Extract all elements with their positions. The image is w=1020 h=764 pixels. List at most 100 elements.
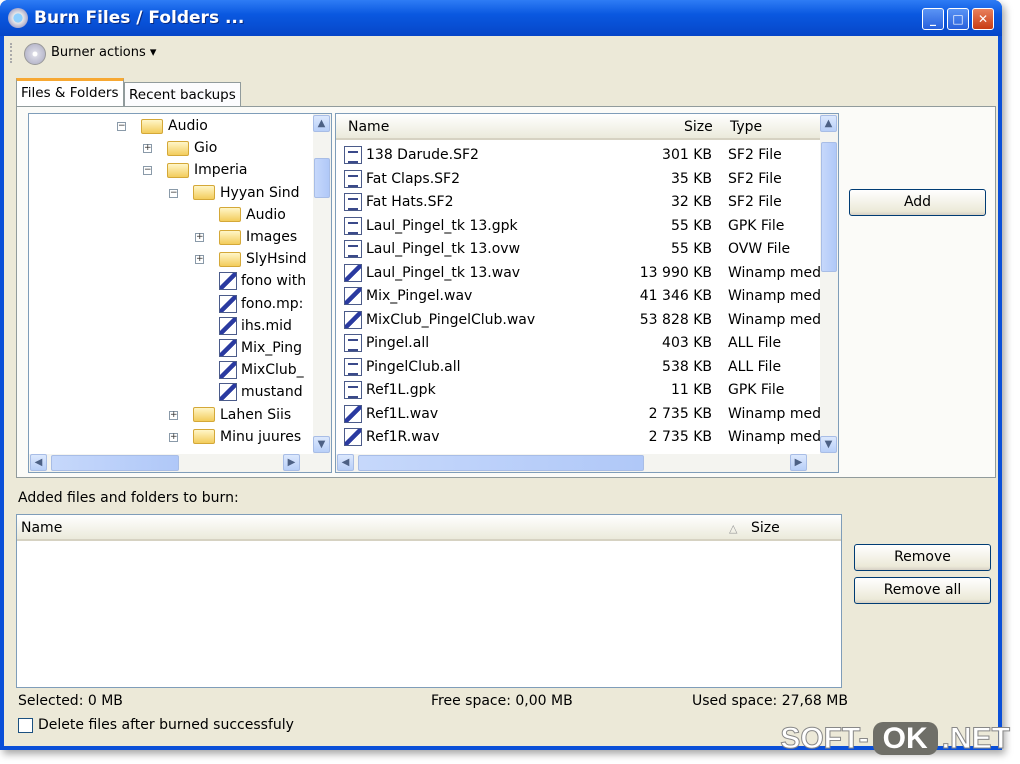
file-name: Pingel.all — [366, 335, 430, 351]
tree-node[interactable]: + SlyHsind — [195, 248, 307, 270]
tab-files-folders[interactable]: Files & Folders — [16, 78, 124, 106]
scroll-left-icon[interactable]: ◀ — [337, 454, 354, 471]
burn-list[interactable]: Name △ Size — [16, 514, 842, 688]
tree-node[interactable]: + Images — [195, 226, 297, 248]
file-type: GPK File — [728, 382, 785, 398]
tab-recent-backups[interactable]: Recent backups — [124, 82, 241, 106]
window-client: Burner actions ▾ Files & Folders Recent … — [4, 36, 998, 746]
burner-actions-menu[interactable]: Burner actions ▾ — [51, 45, 156, 60]
audio-file-icon — [344, 310, 362, 329]
file-type: ALL File — [728, 335, 782, 351]
column-name[interactable]: Name — [21, 520, 62, 536]
file-list-horizontal-scrollbar[interactable]: ◀ ▶ — [336, 454, 838, 472]
file-row[interactable]: Ref1L.gpk 11 KB GPK File — [336, 379, 816, 402]
file-row[interactable]: Laul_Pingel_tk 13.wav 13 990 KB Winamp med — [336, 262, 821, 285]
file-name: Laul_Pingel_tk 13.ovw — [366, 241, 521, 257]
scroll-down-icon[interactable]: ▼ — [820, 436, 837, 453]
delete-files-checkbox[interactable] — [18, 718, 33, 733]
remove-all-button[interactable]: Remove all — [854, 577, 991, 604]
toolbar-grip[interactable] — [10, 43, 13, 63]
tree-node[interactable]: Audio — [219, 204, 286, 226]
expand-icon[interactable]: + — [195, 233, 204, 242]
file-list-vertical-scrollbar[interactable]: ▲ ▼ — [820, 114, 838, 454]
document-icon — [344, 146, 362, 164]
document-icon — [344, 381, 362, 399]
file-row[interactable]: Fat Hats.SF2 32 KB SF2 File — [336, 191, 816, 214]
tree-node-label: Minu juures — [220, 428, 302, 445]
tab-panel: − Audio + Gio − Imperia − Hyyan Sind Audio + Image… — [16, 106, 996, 478]
tree-node[interactable]: Mix_Ping — [219, 337, 302, 359]
expand-icon[interactable]: + — [169, 432, 178, 442]
file-row[interactable]: Laul_Pingel_tk 13.ovw 55 KB OVW File — [336, 238, 816, 261]
column-size[interactable]: Size — [751, 520, 780, 536]
expand-icon[interactable]: + — [195, 255, 204, 265]
tree-node[interactable]: − Imperia — [143, 159, 248, 181]
file-row[interactable]: 138 Darude.SF2 301 KB SF2 File — [336, 144, 816, 167]
file-row[interactable]: MixClub_PingelClub.wav 53 828 KB Winamp me… — [336, 309, 821, 332]
tree-vertical-scrollbar[interactable]: ▲ ▼ — [313, 114, 331, 454]
file-type: ALL File — [728, 358, 782, 375]
expand-icon[interactable]: + — [169, 410, 178, 420]
used-space: Used space: 27,68 MB — [692, 693, 848, 709]
file-row[interactable]: Ref1R.wav 2 735 KB Winamp med — [336, 426, 821, 449]
scroll-up-icon[interactable]: ▲ — [313, 115, 330, 132]
tree-node-label: Gio — [194, 140, 218, 157]
scroll-down-icon[interactable]: ▼ — [313, 436, 330, 453]
column-type[interactable]: Type — [730, 119, 762, 135]
add-button[interactable]: Add — [849, 189, 986, 216]
audio-file-icon — [344, 287, 362, 305]
tree-node[interactable]: − Hyyan Sind — [169, 182, 300, 204]
audio-file-icon — [344, 428, 362, 446]
tree-node[interactable]: − Audio — [117, 115, 208, 137]
file-type: OVW File — [728, 241, 791, 257]
tree-node[interactable]: + Gio — [143, 137, 218, 159]
sort-icon: △ — [729, 522, 738, 535]
tree-node[interactable]: ihs.mid — [219, 315, 292, 337]
scroll-left-icon[interactable]: ◀ — [30, 454, 47, 471]
scroll-right-icon[interactable]: ▶ — [790, 454, 807, 471]
scroll-up-icon[interactable]: ▲ — [820, 115, 837, 132]
tree-node-label: SlyHsind — [246, 251, 307, 268]
collapse-icon[interactable]: − — [117, 122, 126, 131]
tree-node[interactable]: + Minu juures — [169, 426, 302, 448]
minimize-button[interactable]: _ — [922, 8, 944, 30]
remove-button[interactable]: Remove — [854, 544, 991, 571]
tree-node-label: ihs.mid — [241, 317, 292, 334]
folder-icon — [167, 162, 189, 178]
tree-node[interactable]: + Lahen Siis — [169, 404, 291, 426]
collapse-icon[interactable]: − — [169, 188, 178, 198]
file-size: 13 990 KB — [639, 264, 712, 281]
scroll-thumb[interactable] — [358, 455, 644, 471]
scroll-right-icon[interactable]: ▶ — [283, 454, 300, 471]
tree-node[interactable]: mustand — [219, 381, 303, 403]
file-row[interactable]: Fat Claps.SF2 35 KB SF2 File — [336, 168, 816, 191]
expand-icon[interactable]: + — [143, 144, 152, 154]
column-name[interactable]: Name — [348, 119, 389, 135]
document-icon — [344, 240, 362, 258]
folder-icon — [219, 207, 241, 223]
file-name: Ref1L.gpk — [366, 382, 436, 398]
scroll-thumb[interactable] — [821, 142, 837, 272]
collapse-icon[interactable]: − — [143, 166, 152, 176]
scroll-thumb[interactable] — [314, 158, 330, 198]
file-row[interactable]: Pingel.all 403 KB ALL File — [336, 332, 816, 355]
folder-icon — [167, 140, 189, 156]
scroll-thumb[interactable] — [51, 455, 179, 471]
close-button[interactable]: ✕ — [972, 8, 994, 30]
tree-node[interactable]: MixClub_ — [219, 359, 304, 381]
file-row[interactable]: Mix_Pingel.wav 41 346 KB Winamp med — [336, 285, 821, 308]
file-row[interactable]: Laul_Pingel_tk 13.gpk 55 KB GPK File — [336, 215, 816, 238]
column-size[interactable]: Size — [684, 119, 713, 135]
file-list[interactable]: Name Size Type 138 Darude.SF2 301 KB SF2 F… — [335, 113, 839, 473]
folder-tree[interactable]: − Audio + Gio − Imperia − Hyyan Sind Audio + Image… — [28, 113, 332, 473]
file-row[interactable]: PingelClub.all 538 KB ALL File — [336, 356, 816, 379]
maximize-button[interactable]: □ — [947, 8, 969, 30]
tree-horizontal-scrollbar[interactable]: ◀ ▶ — [29, 454, 331, 472]
audio-file-icon — [219, 339, 237, 357]
tree-node[interactable]: fono.mp: — [219, 293, 303, 315]
file-row[interactable]: Ref1L.wav 2 735 KB Winamp med — [336, 403, 821, 426]
watermark: SOFT- OK .NET — [780, 722, 1011, 756]
document-icon — [344, 334, 362, 352]
tree-node[interactable]: fono with — [219, 270, 306, 292]
file-type: SF2 File — [728, 170, 782, 187]
